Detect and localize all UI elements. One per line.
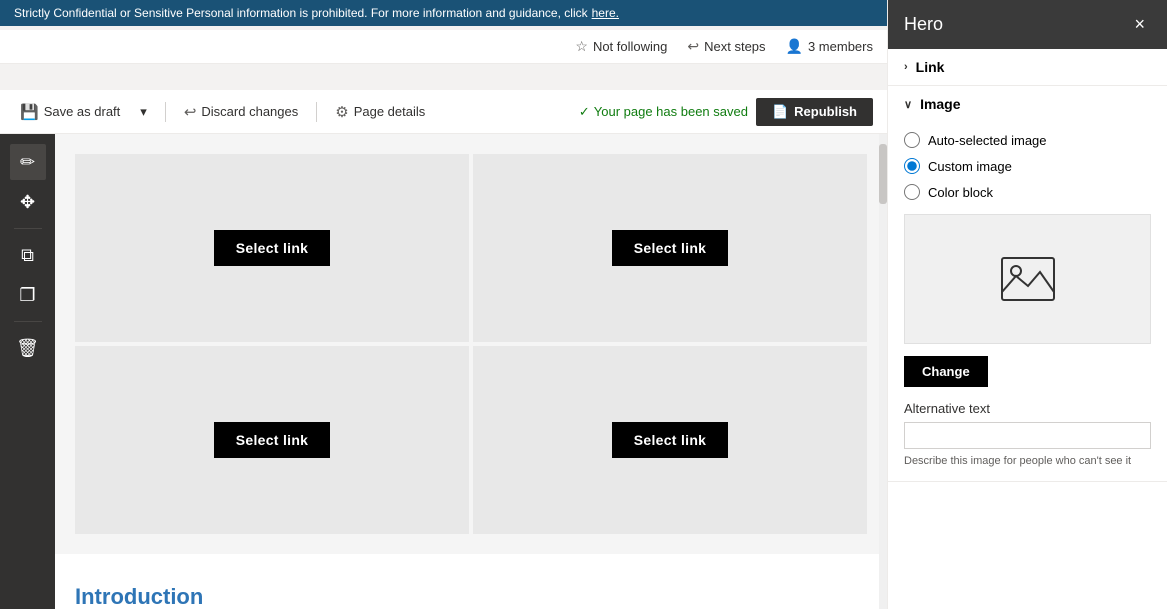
close-panel-button[interactable]: × — [1128, 12, 1151, 37]
duplicate-icon: ❐ — [19, 285, 35, 306]
edit-tool-button[interactable]: ✏ — [10, 144, 46, 180]
discard-label: Discard changes — [201, 104, 298, 119]
image-accordion: ∨ Image Auto-selected image Custom image — [888, 86, 1167, 482]
copy-icon: ⧉ — [21, 245, 34, 266]
tile-4[interactable]: Select link — [473, 346, 867, 534]
sidebar-separator-2 — [14, 321, 42, 322]
save-as-draft-button[interactable]: 💾 Save as draft — [14, 99, 126, 125]
link-accordion-header[interactable]: › Link — [888, 49, 1167, 85]
toolbar-separator-1 — [165, 102, 166, 122]
banner-link[interactable]: here. — [592, 6, 619, 20]
change-btn-label: Change — [922, 364, 970, 379]
tile-1[interactable]: Select link — [75, 154, 469, 342]
not-following-label: Not following — [593, 39, 667, 54]
change-image-button[interactable]: Change — [904, 356, 988, 387]
tile-3[interactable]: Select link — [75, 346, 469, 534]
save-icon: 💾 — [20, 103, 39, 121]
link-section-label: Link — [916, 59, 945, 75]
intro-section: Introduction Learn more → — [55, 554, 887, 609]
custom-image-option[interactable]: Custom image — [904, 158, 1151, 174]
image-accordion-header[interactable]: ∨ Image — [888, 86, 1167, 122]
chevron-down-icon: ▾ — [140, 104, 147, 120]
alt-text-hint: Describe this image for people who can't… — [904, 455, 1151, 467]
saved-status: ✓ Your page has been saved — [579, 104, 748, 120]
right-panel-header: Hero × — [888, 0, 1167, 49]
duplicate-tool-button[interactable]: ❐ — [10, 277, 46, 313]
chevron-right-icon: › — [904, 61, 908, 73]
image-preview — [904, 214, 1151, 344]
alt-text-label: Alternative text — [904, 401, 1151, 416]
page-details-button[interactable]: ⚙ Page details — [329, 99, 431, 125]
page-details-label: Page details — [354, 104, 426, 119]
chevron-down-icon: ∨ — [904, 98, 912, 111]
toolbar-separator-2 — [316, 102, 317, 122]
custom-image-label: Custom image — [928, 159, 1012, 174]
select-link-button-1[interactable]: Select link — [214, 230, 331, 266]
auto-selected-option[interactable]: Auto-selected image — [904, 132, 1151, 148]
tiles-grid: Select link Select link Select link Sele… — [75, 154, 867, 534]
next-steps-label: Next steps — [704, 39, 765, 54]
toolbar: 💾 Save as draft ▾ ↩ Discard changes ⚙ Pa… — [0, 90, 887, 134]
close-icon: × — [1134, 14, 1145, 34]
next-steps-icon: ↩ — [687, 38, 699, 55]
hero-area: Select link Select link Select link Sele… — [55, 134, 887, 554]
intro-title: Introduction — [75, 584, 867, 609]
edit-sidebar: ✏ ✥ ⧉ ❐ 🗑 — [0, 134, 55, 609]
auto-selected-radio[interactable] — [904, 132, 920, 148]
tile-2[interactable]: Select link — [473, 154, 867, 342]
delete-tool-button[interactable]: 🗑 — [10, 330, 46, 366]
discard-icon: ↩ — [184, 103, 197, 121]
auto-selected-label: Auto-selected image — [928, 133, 1047, 148]
main-content: Select link Select link Select link Sele… — [55, 134, 887, 609]
copy-tool-button[interactable]: ⧉ — [10, 237, 46, 273]
right-panel-body: › Link ∨ Image Auto-selected image Cust — [888, 49, 1167, 608]
members-action[interactable]: 👤 3 members — [786, 38, 873, 55]
sidebar-separator — [14, 228, 42, 229]
move-icon: ✥ — [20, 192, 35, 213]
main-scrollbar[interactable] — [879, 134, 887, 609]
republish-icon: 📄 — [772, 104, 788, 120]
save-draft-label: Save as draft — [44, 104, 121, 119]
image-type-radio-group: Auto-selected image Custom image Color b… — [904, 132, 1151, 200]
discard-changes-button[interactable]: ↩ Discard changes — [178, 99, 304, 125]
star-icon: ☆ — [575, 38, 588, 55]
republish-button[interactable]: 📄 Republish — [756, 98, 873, 126]
next-steps-action[interactable]: ↩ Next steps — [687, 38, 765, 55]
dropdown-arrow-button[interactable]: ▾ — [134, 100, 153, 124]
select-link-button-3[interactable]: Select link — [214, 422, 331, 458]
republish-label: Republish — [794, 104, 857, 119]
color-block-radio[interactable] — [904, 184, 920, 200]
banner-text: Strictly Confidential or Sensitive Perso… — [14, 6, 588, 20]
select-link-button-2[interactable]: Select link — [612, 230, 729, 266]
right-panel-title: Hero — [904, 14, 943, 35]
not-following-action[interactable]: ☆ Not following — [575, 38, 667, 55]
pencil-icon: ✏ — [20, 152, 35, 173]
checkmark-icon: ✓ — [579, 104, 590, 120]
move-tool-button[interactable]: ✥ — [10, 184, 46, 220]
custom-image-radio[interactable] — [904, 158, 920, 174]
select-link-button-4[interactable]: Select link — [612, 422, 729, 458]
alt-text-input[interactable] — [904, 422, 1151, 449]
color-block-label: Color block — [928, 185, 993, 200]
gear-icon: ⚙ — [335, 103, 348, 121]
trash-icon: 🗑 — [16, 338, 39, 359]
scrollbar-thumb — [879, 144, 887, 204]
link-accordion: › Link — [888, 49, 1167, 86]
color-block-option[interactable]: Color block — [904, 184, 1151, 200]
members-label: 3 members — [808, 39, 873, 54]
image-section-label: Image — [920, 96, 960, 112]
right-panel: Hero × › Link ∨ Image Auto-selected im — [887, 0, 1167, 609]
image-placeholder-icon — [998, 254, 1058, 304]
members-icon: 👤 — [786, 38, 803, 55]
top-actions-bar: ☆ Not following ↩ Next steps 👤 3 members — [0, 30, 887, 64]
saved-message: Your page has been saved — [594, 104, 748, 119]
image-accordion-content: Auto-selected image Custom image Color b… — [888, 122, 1167, 481]
